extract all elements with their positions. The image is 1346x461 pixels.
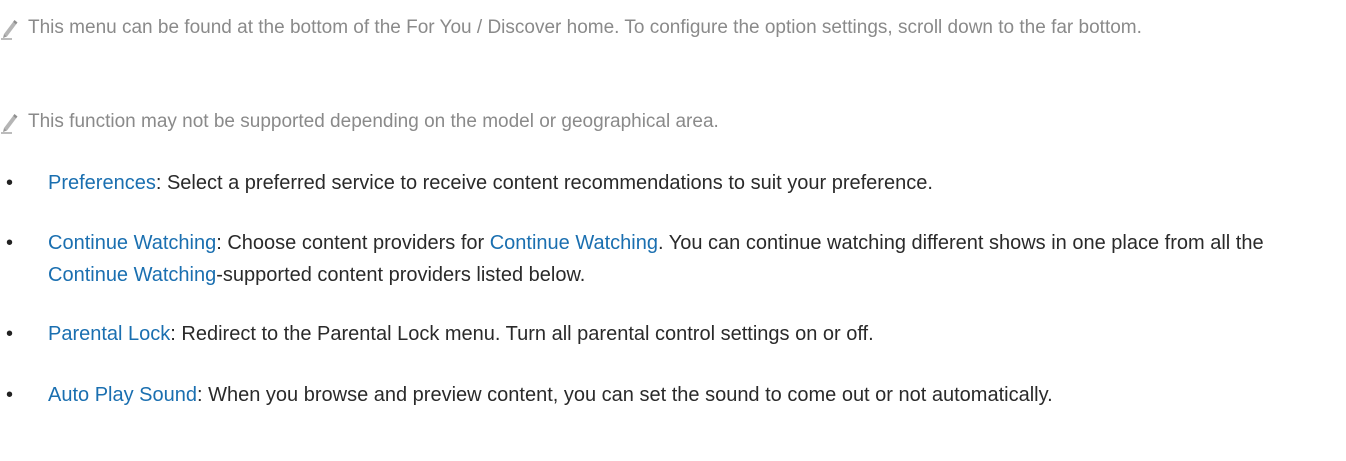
- note-text: This menu can be found at the bottom of …: [28, 17, 1142, 38]
- note-text: This function may not be supported depen…: [28, 111, 719, 132]
- bullet-icon: •: [6, 323, 14, 345]
- list-item-parental-lock: • Parental Lock: Redirect to the Parenta…: [0, 318, 1330, 350]
- note-1: This menu can be found at the bottom of …: [0, 17, 1328, 44]
- term-continue-watching: Continue Watching: [48, 264, 217, 286]
- pencil-icon: [0, 112, 28, 136]
- list-item-continue-watching: • Continue Watching: Choose content prov…: [0, 227, 1330, 291]
- list-item-desc: : Choose content providers for: [216, 232, 490, 254]
- term-continue-watching: Continue Watching: [489, 232, 658, 254]
- list-item-desc: : Redirect to the Parental Lock menu. Tu…: [170, 323, 874, 345]
- term-parental-lock: Parental Lock: [48, 323, 171, 345]
- term-auto-play-sound: Auto Play Sound: [48, 384, 197, 406]
- list-item-desc: : Select a preferred service to receive …: [155, 172, 933, 194]
- list-item-text: Auto Play Sound: When you browse and pre…: [22, 379, 1328, 411]
- list-item-auto-play-sound: • Auto Play Sound: When you browse and p…: [0, 379, 1330, 411]
- list-item-desc: : When you browse and preview content, y…: [197, 384, 1053, 406]
- list-item-text: Preferences: Select a preferred service …: [22, 167, 1328, 199]
- list-item-preferences: • Preferences: Select a preferred servic…: [0, 167, 1330, 199]
- bullet-icon: •: [6, 172, 14, 194]
- pencil-icon: [0, 18, 28, 42]
- list-item-desc: . You can continue watching different sh…: [657, 232, 1264, 254]
- list-item-text: Continue Watching: Choose content provid…: [22, 227, 1328, 291]
- term-continue-watching: Continue Watching: [48, 232, 217, 254]
- bullet-icon: •: [6, 232, 14, 254]
- bullet-icon: •: [6, 384, 14, 406]
- list-item-text: Parental Lock: Redirect to the Parental …: [22, 318, 1328, 350]
- list-item-desc: -supported content providers listed belo…: [216, 264, 586, 286]
- term-preferences: Preferences: [48, 172, 156, 194]
- note-2: This function may not be supported depen…: [0, 111, 1328, 138]
